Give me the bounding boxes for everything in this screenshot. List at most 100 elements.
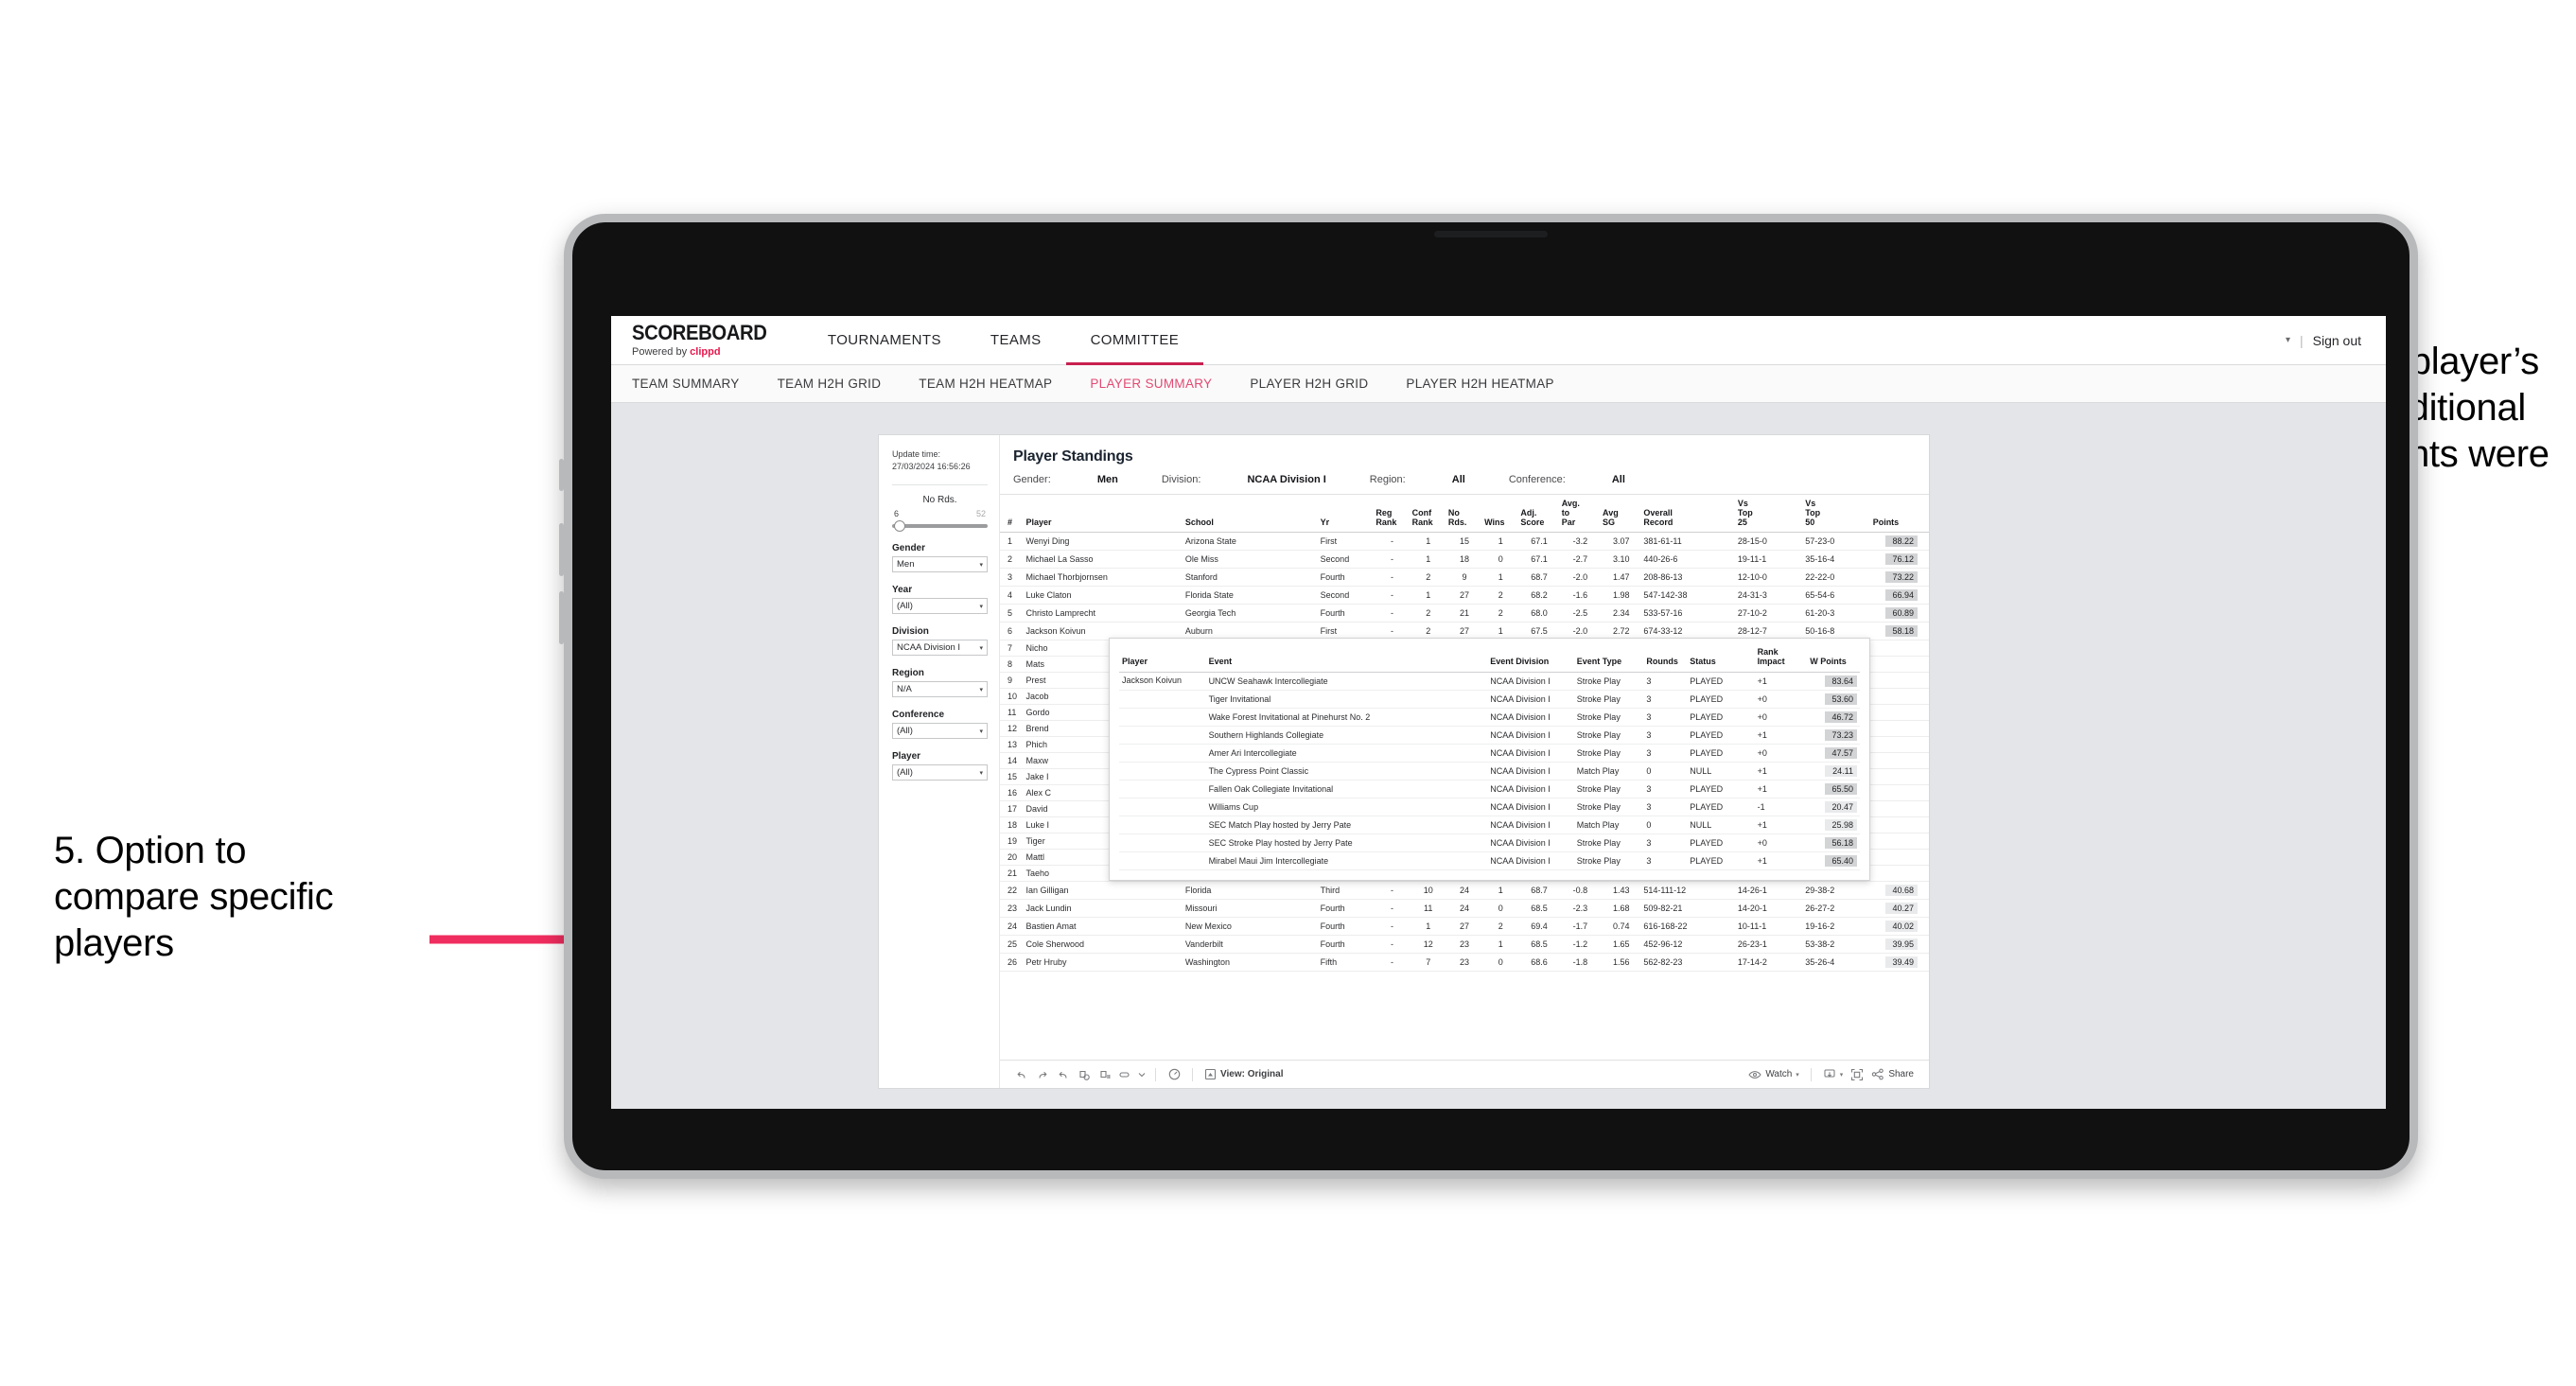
table-row[interactable]: 1 Wenyi Ding Arizona State First -1 15 1 67.1 -3… (1000, 532, 1929, 552)
standings-col-yr[interactable]: Yr (1318, 495, 1375, 534)
user-menu-chevron-down-icon[interactable]: ▾ (2286, 335, 2290, 345)
cell-pts[interactable] (1870, 656, 1929, 674)
pause-updates-icon[interactable] (1095, 1066, 1115, 1083)
cell-pts[interactable]: 58.18 (1870, 622, 1929, 641)
filter-conference-select[interactable]: (All) ▾ (892, 723, 988, 740)
table-row[interactable]: 5 Christo Lamprecht Georgia Tech Fourth -2 21… (1000, 604, 1929, 623)
view-button[interactable]: View: Original (1204, 1068, 1284, 1080)
no-rounds-slider-handle[interactable] (894, 520, 905, 533)
redo-icon[interactable] (1032, 1066, 1053, 1083)
table-row[interactable]: 22 Ian Gilligan Florida Third -10 24 1 68.7 -0.8… (1000, 881, 1929, 901)
subtab-player-h2h-heatmap[interactable]: PLAYER H2H HEATMAP (1406, 377, 1553, 391)
cell-pts[interactable] (1870, 704, 1929, 722)
table-row[interactable]: 26 Petr Hruby Washington Fifth -7 23 0 68.6 -1.8… (1000, 953, 1929, 973)
standings-col-points[interactable]: Points (1870, 495, 1929, 534)
points-value[interactable]: 39.49 (1885, 956, 1918, 969)
no-rounds-filter[interactable]: No Rds. 6 52 (892, 495, 988, 533)
points-value[interactable]: 60.89 (1885, 607, 1918, 620)
watch-button[interactable]: Watch ▾ (1748, 1069, 1799, 1080)
filter-year-select[interactable]: (All) ▾ (892, 598, 988, 615)
nav-tab-tournaments[interactable]: TOURNAMENTS (803, 316, 966, 364)
refresh-data-icon[interactable] (1074, 1066, 1095, 1083)
standings-col-vs-top-25[interactable]: Vs Top 25 (1735, 495, 1804, 534)
filter-division-select[interactable]: NCAA Division I ▾ (892, 640, 988, 657)
custom-view-chevron-down-icon[interactable] (1136, 1066, 1148, 1083)
table-row[interactable]: 2 Michael La Sasso Ole Miss Second -1 18 0 67.1… (1000, 550, 1929, 570)
standings-col-school[interactable]: School (1183, 495, 1319, 534)
points-value[interactable]: 76.12 (1885, 553, 1918, 566)
undo-icon[interactable] (1011, 1066, 1032, 1083)
standings-col-player[interactable]: Player (1024, 495, 1183, 534)
cell-pts[interactable] (1870, 640, 1929, 658)
filter-player-select[interactable]: (All) ▾ (892, 764, 988, 781)
cell-pts[interactable] (1870, 800, 1929, 818)
cell-pts[interactable] (1870, 736, 1929, 754)
cell-pts[interactable]: 60.89 (1870, 604, 1929, 623)
points-value[interactable]: 66.94 (1885, 589, 1918, 602)
points-value[interactable]: 58.18 (1885, 625, 1918, 638)
cell-pts[interactable]: 66.94 (1870, 586, 1929, 605)
volume-up-button[interactable] (559, 523, 564, 576)
filter-gender-select[interactable]: Men ▾ (892, 556, 988, 573)
table-row[interactable]: 3 Michael Thorbjornsen Stanford Fourth -2 9 1 6… (1000, 568, 1929, 588)
subtab-team-h2h-heatmap[interactable]: TEAM H2H HEATMAP (919, 377, 1052, 391)
points-value[interactable]: 40.27 (1885, 903, 1918, 915)
cell-pts[interactable] (1870, 672, 1929, 690)
cell-pts[interactable]: 39.95 (1870, 935, 1929, 955)
table-row[interactable]: 23 Jack Lundin Missouri Fourth -11 24 0 68.5 -2.… (1000, 899, 1929, 919)
subtab-team-summary[interactable]: TEAM SUMMARY (632, 377, 740, 391)
no-rounds-slider-track[interactable] (892, 520, 988, 533)
standings-col-adj-score[interactable]: Adj. Score (1518, 495, 1560, 534)
download-button[interactable]: ▾ (1823, 1068, 1843, 1080)
table-row[interactable]: 25 Cole Sherwood Vanderbilt Fourth -12 23 1 68.… (1000, 935, 1929, 955)
standings-col-[interactable]: # (1000, 495, 1025, 534)
standings-col-conf-rank[interactable]: Conf Rank (1410, 495, 1446, 534)
cell-pts[interactable] (1870, 816, 1929, 834)
reset-icon[interactable] (1164, 1066, 1184, 1083)
cell-pts[interactable]: 76.12 (1870, 550, 1929, 570)
points-value[interactable]: 73.22 (1885, 571, 1918, 584)
cell-pts[interactable]: 40.27 (1870, 899, 1929, 919)
custom-view-icon[interactable] (1115, 1066, 1136, 1083)
share-button[interactable]: Share (1871, 1068, 1914, 1080)
filter-region-select[interactable]: N/A ▾ (892, 681, 988, 698)
cell-pts[interactable] (1870, 688, 1929, 706)
points-value[interactable]: 39.95 (1885, 939, 1918, 951)
cell-pts[interactable]: 39.49 (1870, 953, 1929, 973)
standings-col-wins[interactable]: Wins (1482, 495, 1519, 534)
standings-col-reg-rank[interactable]: Reg Rank (1374, 495, 1411, 534)
points-value[interactable]: 88.22 (1885, 535, 1918, 548)
cell-pts[interactable] (1870, 720, 1929, 738)
nav-tab-committee[interactable]: COMMITTEE (1065, 316, 1204, 365)
standings-col-overall-record[interactable]: Overall Record (1641, 495, 1736, 534)
cell-pts[interactable]: 88.22 (1870, 532, 1929, 552)
table-row[interactable]: 4 Luke Claton Florida State Second -1 27 2 68.2… (1000, 586, 1929, 605)
volume-down-button[interactable] (559, 591, 564, 644)
subtab-player-h2h-grid[interactable]: PLAYER H2H GRID (1250, 377, 1368, 391)
standings-table-wrap[interactable]: # Player School Yr Reg Rank Conf Rank No Rds. Wins… (1000, 495, 1929, 1060)
standings-col-avg-to-par[interactable]: Avg. to Par (1559, 495, 1602, 534)
standings-col-avg-sg[interactable]: Avg SG (1601, 495, 1642, 534)
cell-pts[interactable] (1870, 768, 1929, 786)
cell-pts[interactable]: 40.68 (1870, 881, 1929, 901)
cell-pts[interactable]: 73.22 (1870, 568, 1929, 588)
cell-pts[interactable] (1870, 865, 1929, 883)
table-row[interactable]: 24 Bastien Amat New Mexico Fourth -1 27 2 69.4-… (1000, 917, 1929, 937)
cell-pts[interactable] (1870, 784, 1929, 802)
standings-col-vs-top-50[interactable]: Vs Top 50 (1803, 495, 1871, 534)
cell-pts[interactable] (1870, 833, 1929, 851)
standings-col-no-rds[interactable]: No Rds. (1446, 495, 1483, 534)
fullscreen-icon[interactable] (1847, 1066, 1867, 1083)
subtab-team-h2h-grid[interactable]: TEAM H2H GRID (778, 377, 882, 391)
subtab-player-summary[interactable]: PLAYER SUMMARY (1090, 377, 1212, 391)
points-value[interactable]: 40.02 (1885, 921, 1918, 933)
nav-tab-teams[interactable]: TEAMS (966, 316, 1066, 364)
brand-logo[interactable]: SCOREBOARD Powered by clippd (611, 316, 803, 364)
sign-out-link[interactable]: Sign out (2313, 333, 2361, 348)
points-value[interactable]: 40.68 (1885, 885, 1918, 897)
cell-pts[interactable] (1870, 849, 1929, 867)
power-button[interactable] (559, 459, 564, 491)
cell-pts[interactable]: 40.02 (1870, 917, 1929, 937)
revert-icon[interactable] (1053, 1066, 1074, 1083)
cell-pts[interactable] (1870, 752, 1929, 770)
